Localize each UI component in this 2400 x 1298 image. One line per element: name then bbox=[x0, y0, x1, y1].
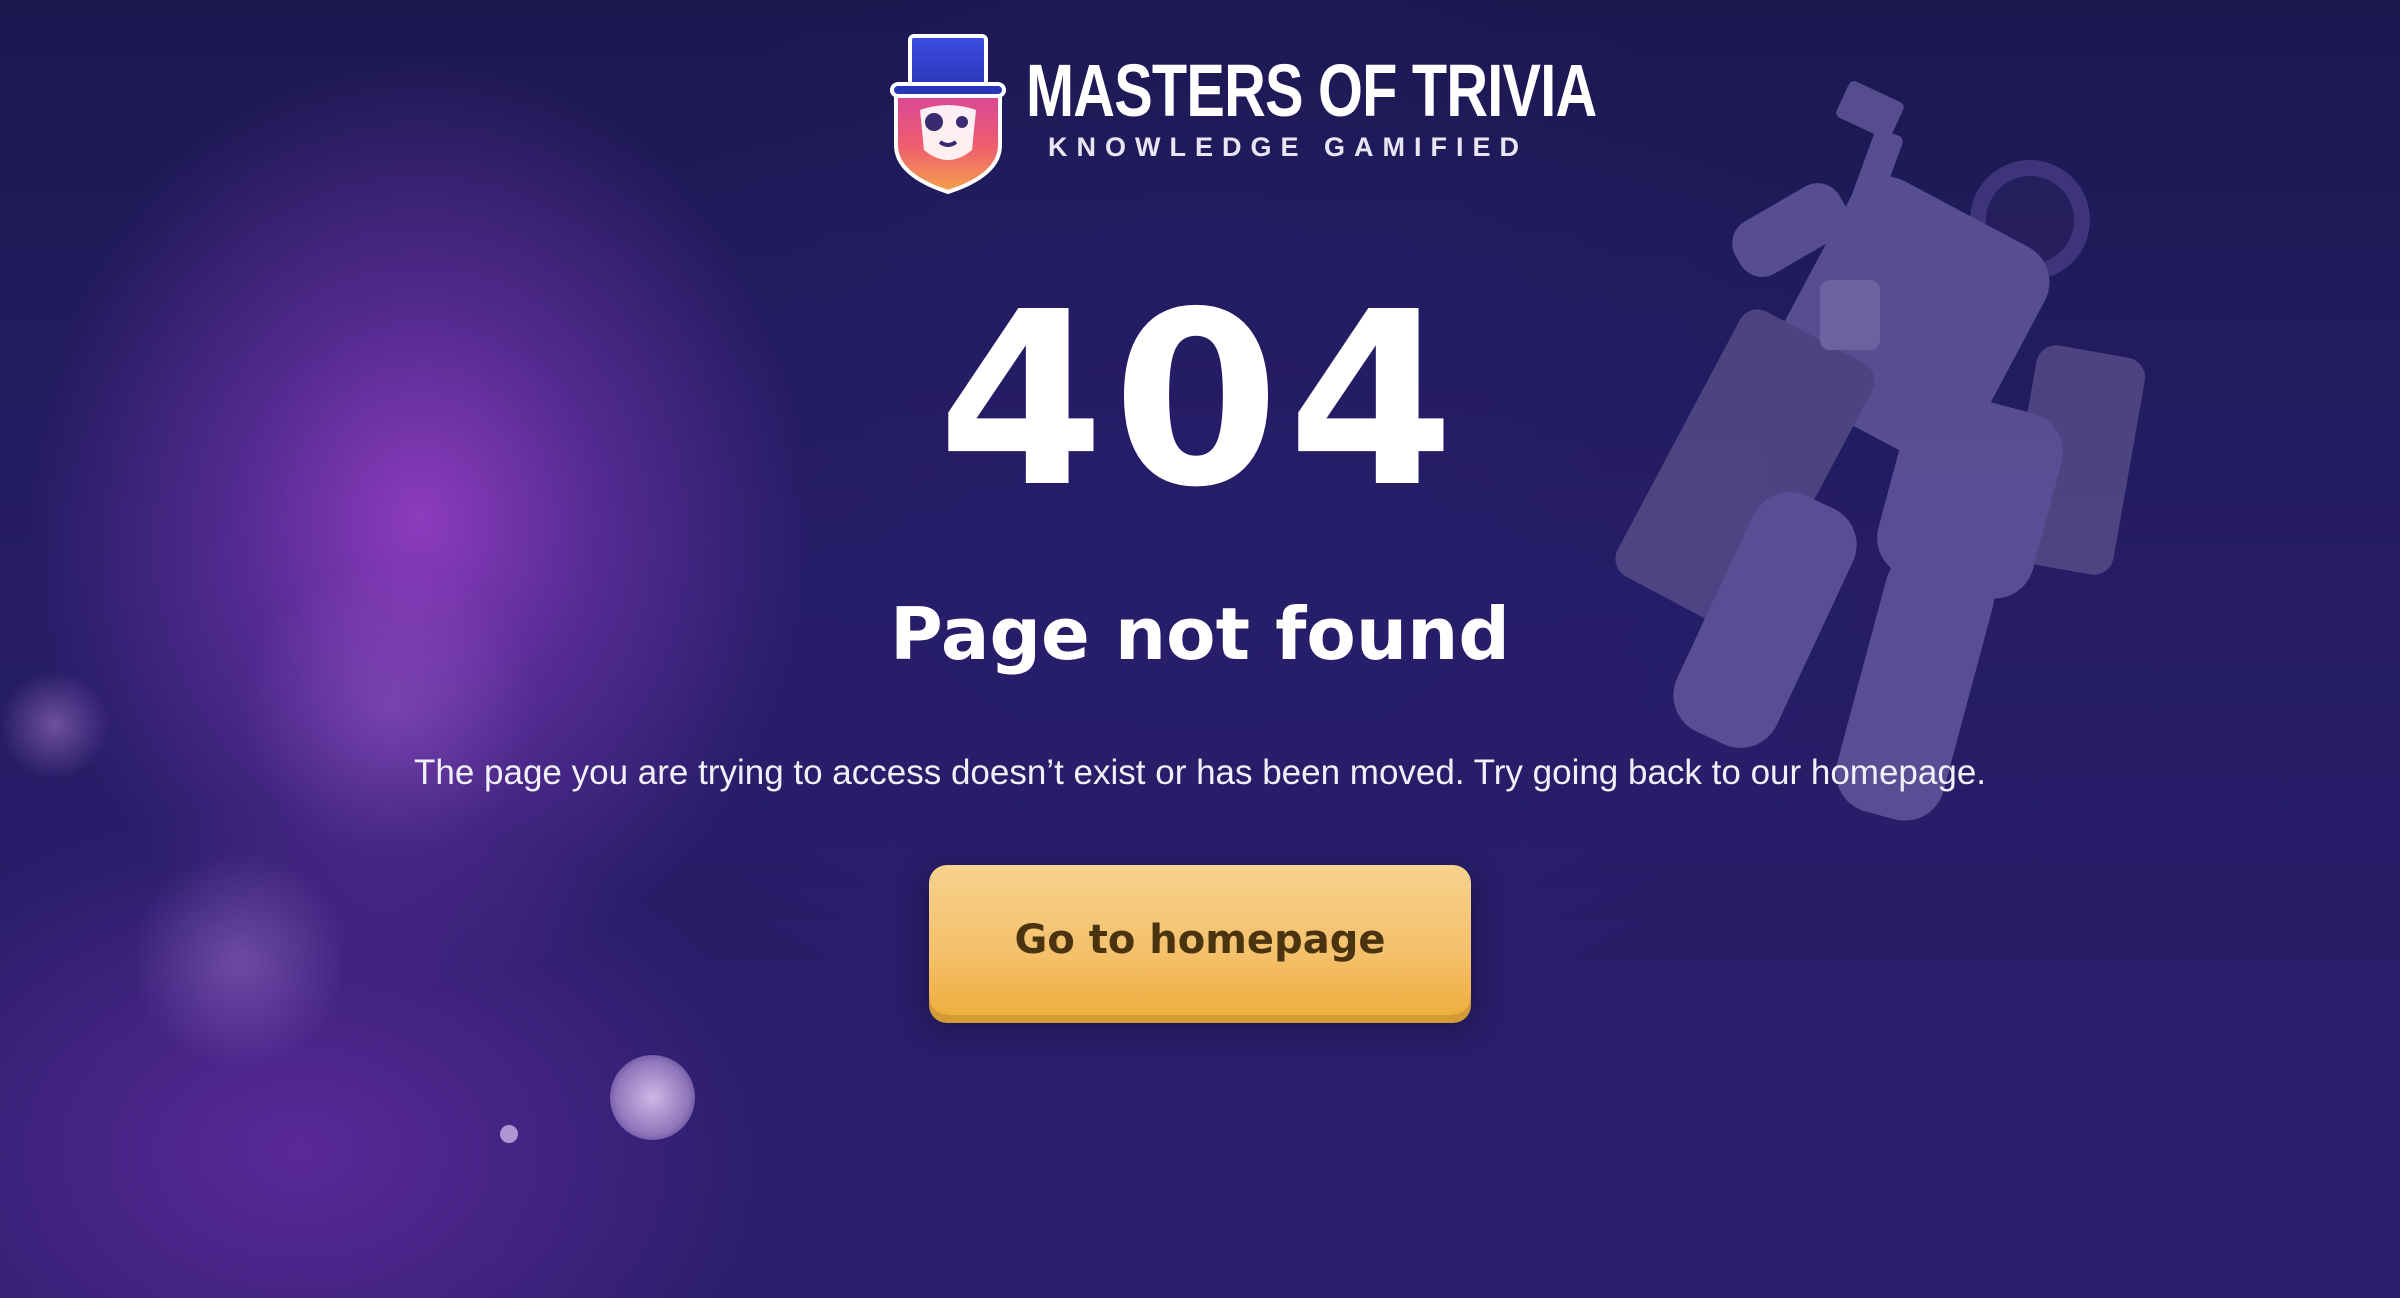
go-to-homepage-button-label: Go to homepage bbox=[1014, 917, 1386, 963]
page-title: Page not found bbox=[890, 592, 1510, 676]
error-code: 404 bbox=[937, 260, 1463, 540]
brand-name: MASTERS OF TRIVIA bbox=[1026, 49, 1597, 132]
error-description: The page you are trying to access doesn’… bbox=[413, 753, 1987, 792]
brand-tagline: KNOWLEDGE GAMIFIED bbox=[1048, 132, 1528, 162]
brand-logo[interactable]: MASTERS OF TRIVIA KNOWLEDGE GAMIFIED bbox=[888, 30, 1597, 200]
lion-top-hat-shield-icon bbox=[890, 34, 1006, 195]
go-to-homepage-button[interactable]: Go to homepage bbox=[929, 865, 1471, 1015]
